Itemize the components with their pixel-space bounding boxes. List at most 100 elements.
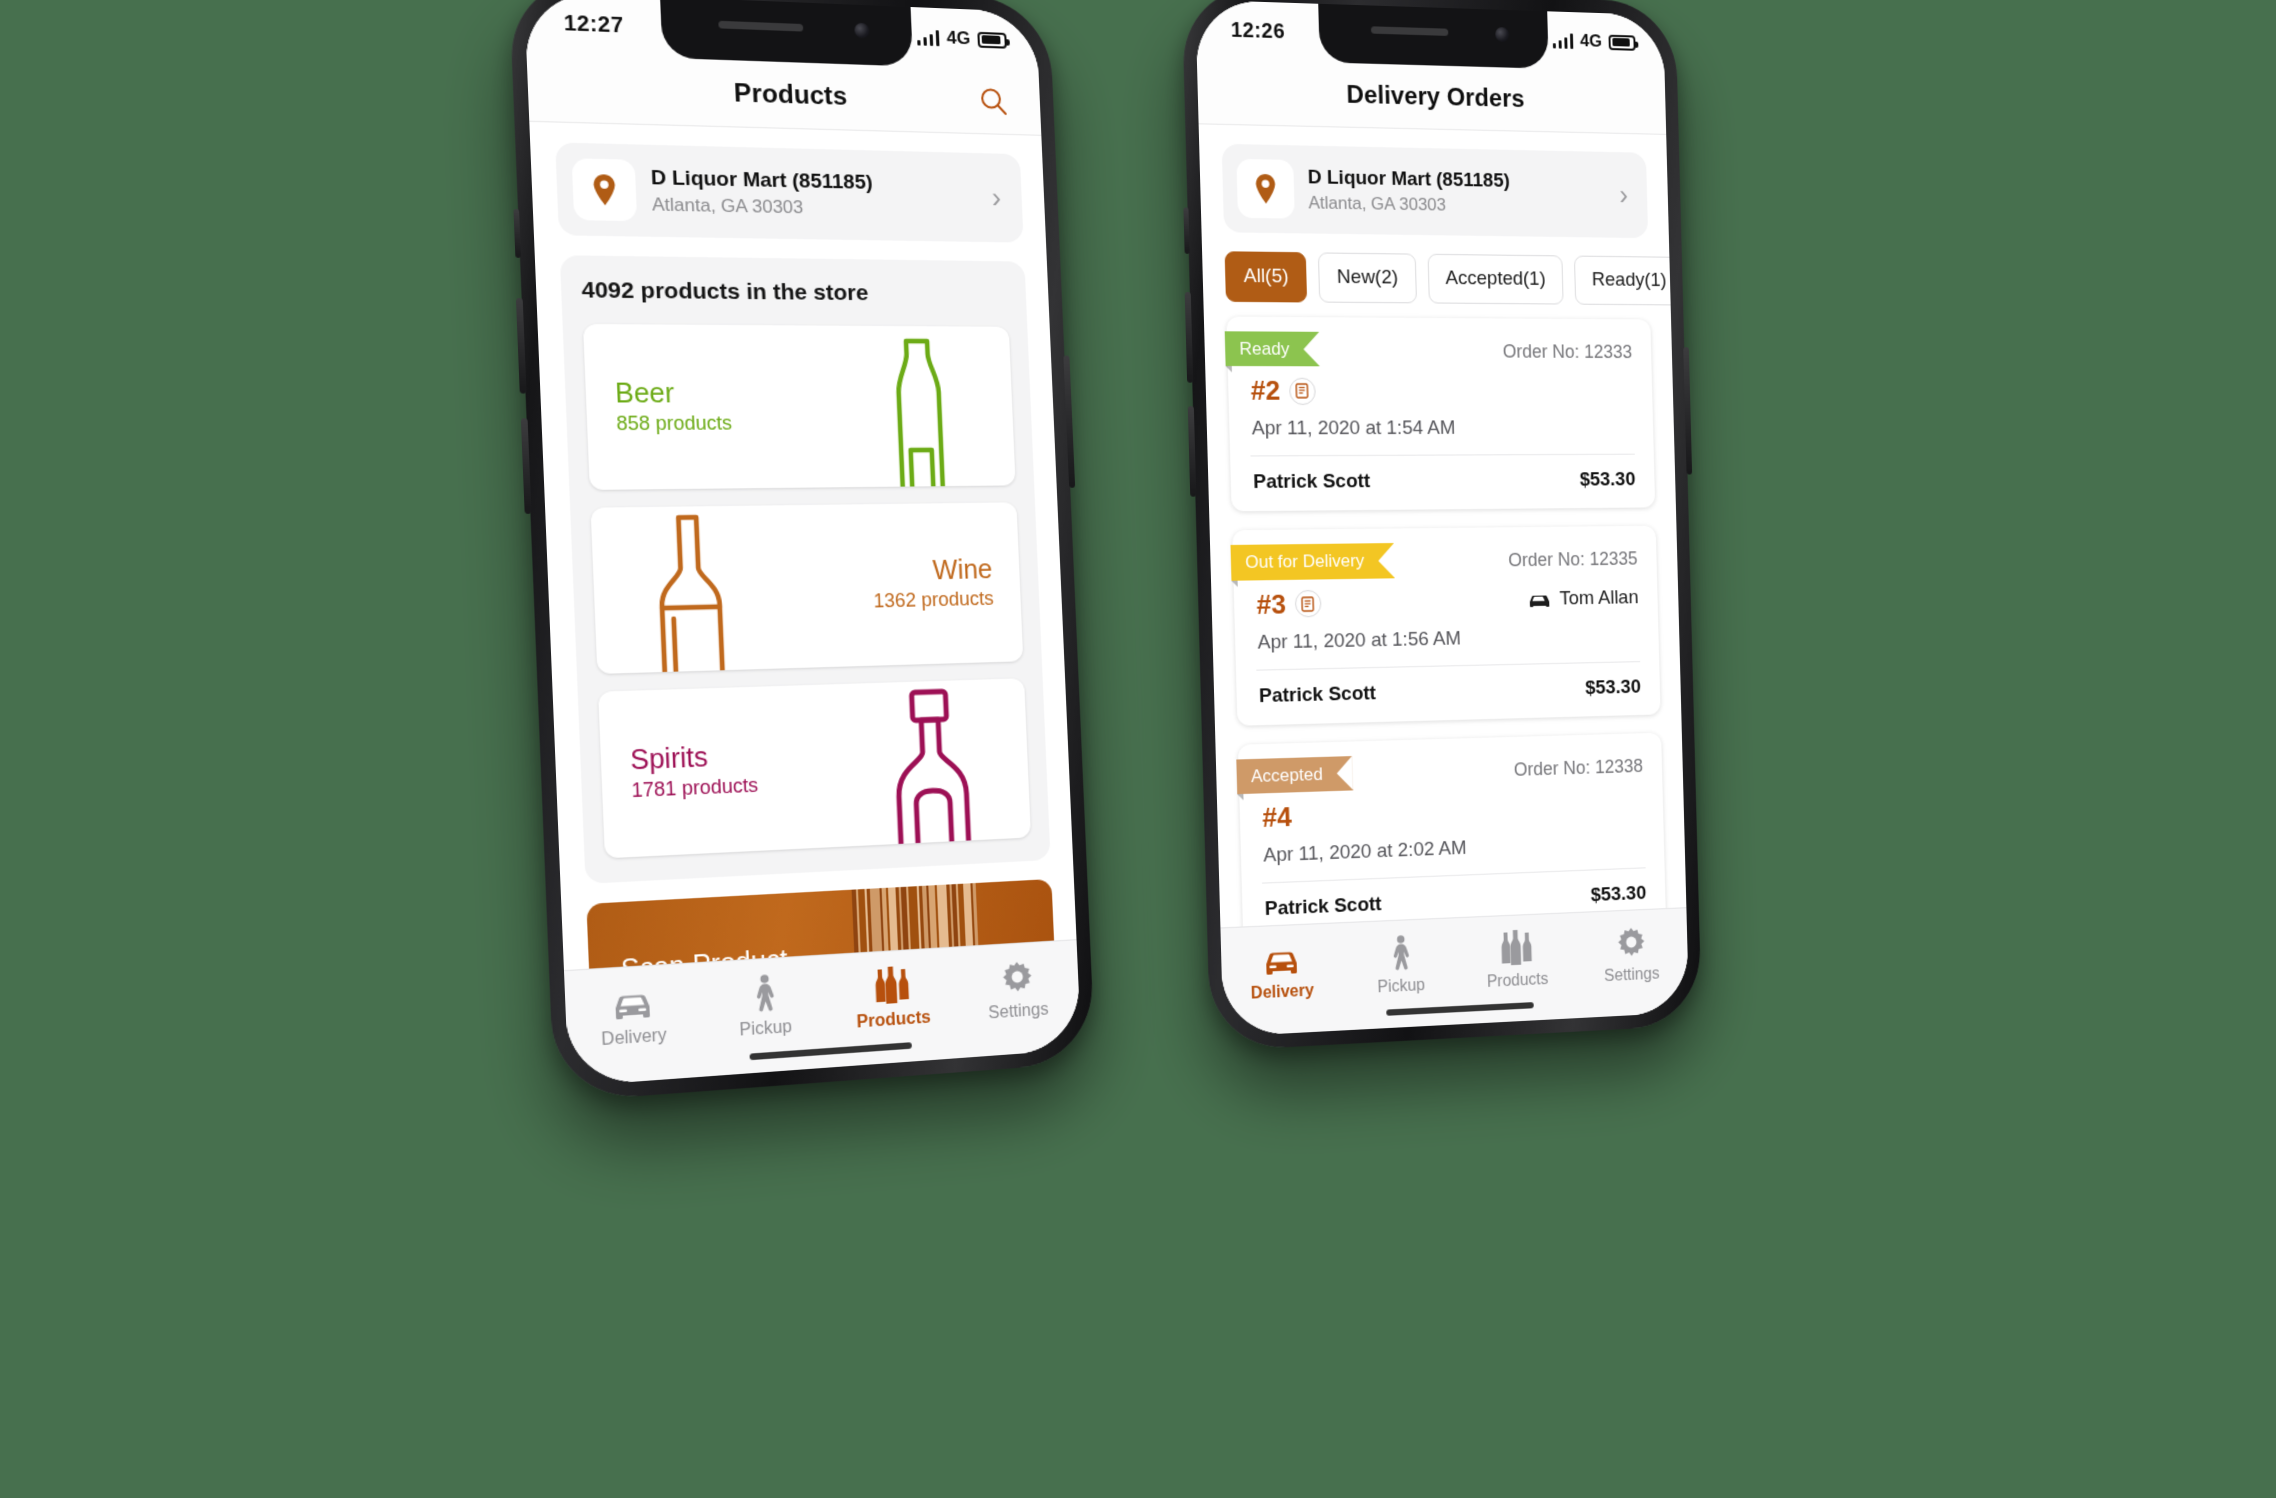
tab-label: Pickup (739, 1018, 792, 1041)
mute-switch[interactable] (1183, 207, 1189, 254)
order-card[interactable]: Ready Order No: 12333 #2 Apr 11, 2020 at… (1226, 317, 1655, 512)
products-navbar: Products (526, 53, 1041, 136)
earpiece-speaker (1371, 26, 1448, 36)
category-text: Beer 858 products (585, 378, 761, 436)
filter-chip-ready[interactable]: Ready(1) (1574, 256, 1684, 306)
scan-product-button[interactable]: Scan Product (586, 879, 1057, 970)
car-icon (1262, 940, 1301, 977)
page-title: Products (733, 78, 847, 112)
driver-info: Tom Allan (1527, 587, 1639, 611)
order-number-label: Order No: 12335 (1508, 540, 1657, 572)
order-card-mid: #2 (1228, 366, 1653, 407)
products-screen: 12:27 4G Products D Liquor Mart (851185)… (524, 0, 1082, 1087)
category-card-spirits[interactable]: Spirits 1781 products (598, 678, 1031, 858)
category-card-wine[interactable]: Wine 1362 products (591, 502, 1024, 674)
tab-bar: Delivery Pickup Products Settings (1220, 907, 1689, 1037)
order-sequence-text: #4 (1262, 801, 1292, 834)
driver-name: Tom Allan (1559, 587, 1639, 611)
search-icon[interactable] (978, 85, 1010, 118)
category-text: Wine 1362 products (844, 554, 1021, 614)
earpiece-speaker (718, 21, 803, 32)
delivery-navbar: Delivery Orders (1197, 59, 1667, 135)
store-name: D Liquor Mart (851185) (1307, 166, 1605, 196)
store-selector-card[interactable]: D Liquor Mart (851185) Atlanta, GA 30303… (555, 142, 1023, 242)
order-amount: $53.30 (1590, 882, 1646, 907)
delivery-orders-screen: 12:26 4G Delivery Orders D Liquor Mart (… (1195, 0, 1689, 1037)
store-address: Atlanta, GA 30303 (652, 194, 979, 222)
category-card-beer[interactable]: Beer 858 products (583, 324, 1016, 490)
store-address: Atlanta, GA 30303 (1308, 193, 1606, 219)
tab-pickup[interactable]: Pickup (698, 971, 831, 1044)
mockup-stage: 12:27 4G Products D Liquor Mart (851185)… (0, 0, 2276, 1498)
power-button[interactable] (1683, 347, 1692, 475)
tab-label: Delivery (1251, 982, 1315, 1004)
tab-settings[interactable]: Settings (954, 955, 1080, 1026)
filter-chip-accepted[interactable]: Accepted(1) (1427, 254, 1564, 305)
network-type: 4G (1580, 31, 1602, 52)
tab-products[interactable]: Products (828, 963, 957, 1035)
order-card[interactable]: Accepted Order No: 12338 #4 Apr 11, 2020… (1238, 732, 1666, 927)
notch (660, 0, 913, 66)
battery-icon (1608, 34, 1635, 50)
order-card[interactable]: Out for Delivery Order No: 12335 #3 Tom … (1232, 526, 1660, 725)
chevron-right-icon: › (1619, 181, 1632, 209)
order-amount: $53.30 (1579, 469, 1635, 492)
order-number-label: Order No: 12338 (1513, 746, 1662, 780)
mute-switch[interactable] (513, 209, 521, 258)
invoice-icon[interactable] (1289, 377, 1316, 404)
signal-bars-icon (1552, 32, 1573, 48)
tab-bar: Delivery Pickup Products Settings (564, 939, 1081, 1086)
tab-products[interactable]: Products (1458, 927, 1575, 993)
filter-chip-new[interactable]: New(2) (1318, 252, 1416, 303)
customer-name: Patrick Scott (1253, 471, 1371, 495)
volume-up-button[interactable] (1185, 292, 1194, 383)
order-filter-chips: All(5) New(2) Accepted(1) Ready(1) (1202, 232, 1671, 305)
tab-label: Products (1487, 971, 1549, 992)
invoice-icon[interactable] (1295, 590, 1322, 618)
chevron-right-icon: › (991, 184, 1006, 213)
page-title: Delivery Orders (1346, 80, 1525, 113)
filter-chip-all[interactable]: All(5) (1225, 251, 1308, 302)
car-icon (610, 981, 654, 1022)
order-card-top: Ready Order No: 12333 (1226, 317, 1651, 368)
status-badge: Ready (1225, 331, 1320, 366)
wine-bottle-icon (643, 512, 741, 674)
location-pin-icon (1236, 159, 1294, 219)
car-icon (1527, 592, 1551, 608)
notch (1318, 4, 1549, 69)
category-count: 1781 products (631, 775, 759, 803)
gear-icon (1614, 924, 1647, 960)
order-sequence: #2 (1250, 375, 1316, 408)
order-date: Apr 11, 2020 at 1:54 AM (1229, 407, 1654, 441)
tab-label: Pickup (1377, 977, 1425, 998)
volume-down-button[interactable] (1188, 406, 1197, 497)
customer-name: Patrick Scott (1259, 682, 1376, 708)
order-sequence: #3 (1256, 587, 1322, 621)
category-name: Wine (872, 554, 993, 587)
power-button[interactable] (1063, 355, 1075, 487)
tab-pickup[interactable]: Pickup (1341, 933, 1460, 1000)
volume-up-button[interactable] (516, 298, 527, 394)
category-name: Beer (615, 378, 732, 410)
store-selector-card[interactable]: D Liquor Mart (851185) Atlanta, GA 30303… (1222, 144, 1648, 238)
volume-down-button[interactable] (521, 418, 532, 514)
bottles-icon (1499, 929, 1535, 966)
tab-settings[interactable]: Settings (1574, 922, 1689, 987)
barcode-icon (852, 879, 1057, 970)
category-count: 858 products (616, 413, 733, 436)
order-amount: $53.30 (1585, 676, 1641, 700)
tab-label: Settings (1604, 965, 1660, 986)
status-time: 12:26 (1231, 18, 1286, 44)
phone-delivery: 12:26 4G Delivery Orders D Liquor Mart (… (1182, 0, 1702, 1051)
orders-list: Ready Order No: 12333 #2 Apr 11, 2020 at… (1203, 302, 1686, 928)
order-sequence-text: #2 (1250, 375, 1280, 408)
order-card-top: Out for Delivery Order No: 12335 (1232, 526, 1657, 580)
status-badge: Out for Delivery (1231, 543, 1395, 580)
order-sequence-text: #3 (1256, 588, 1286, 621)
tab-delivery[interactable]: Delivery (1221, 938, 1343, 1005)
status-bar: 12:27 4G (524, 0, 1039, 71)
tab-delivery[interactable]: Delivery (565, 979, 701, 1053)
category-text: Spirits 1781 products (600, 739, 787, 804)
tab-label: Settings (988, 1001, 1049, 1024)
signal-bars-icon (917, 29, 940, 46)
